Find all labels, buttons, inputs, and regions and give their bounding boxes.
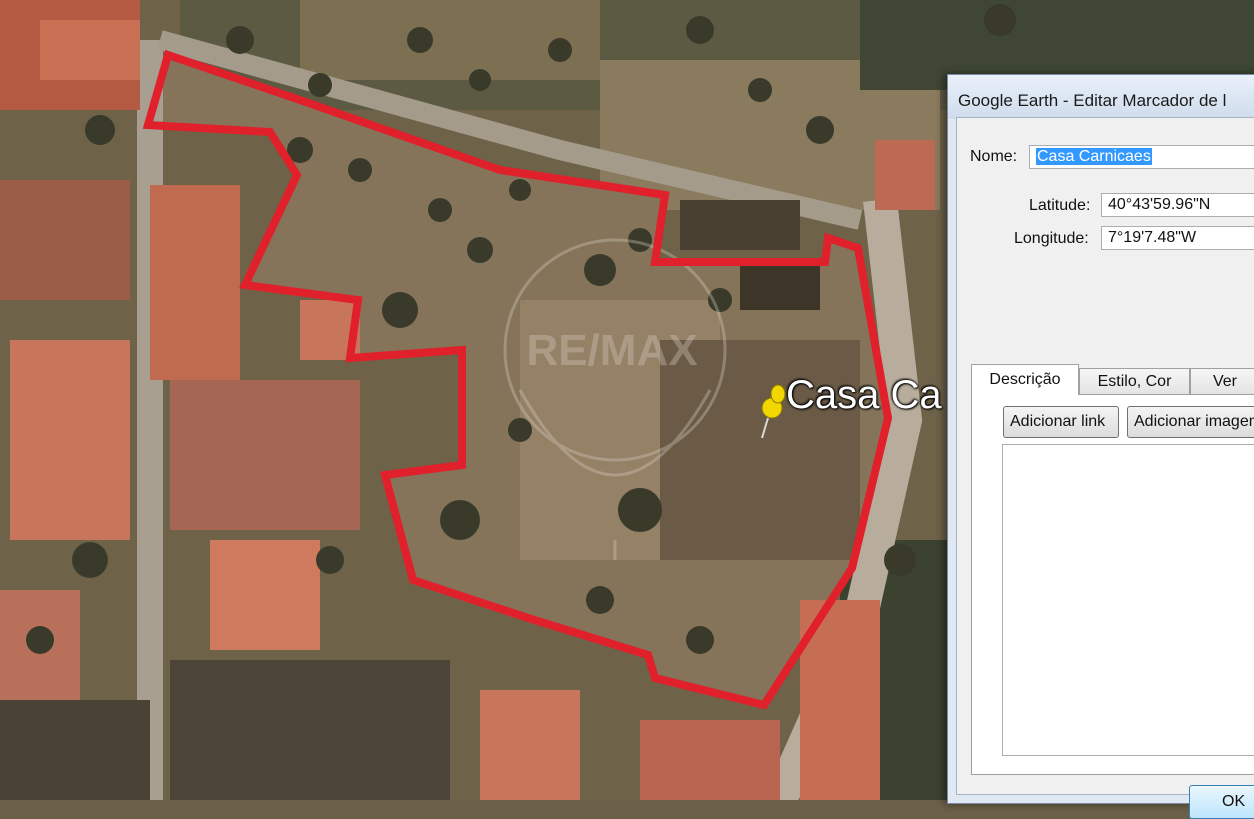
- ok-button[interactable]: OK: [1189, 785, 1254, 819]
- placemark-label[interactable]: Casa Ca: [786, 375, 942, 415]
- add-image-button[interactable]: Adicionar imagem: [1127, 406, 1254, 438]
- latitude-field[interactable]: 40°43'59.96"N: [1101, 193, 1254, 217]
- longitude-field[interactable]: 7°19'7.48"W: [1101, 226, 1254, 250]
- edit-placemark-dialog: Google Earth - Editar Marcador de l Nome…: [947, 74, 1254, 819]
- dialog-title: Google Earth - Editar Marcador de l: [958, 91, 1227, 110]
- add-link-button[interactable]: Adicionar link: [1003, 406, 1119, 438]
- name-field[interactable]: Casa Carnicaes: [1029, 145, 1254, 169]
- watermark-text: RE/MAX: [526, 326, 697, 375]
- name-value: Casa Carnicaes: [1036, 148, 1152, 165]
- dialog-titlebar[interactable]: Google Earth - Editar Marcador de l: [948, 75, 1254, 119]
- tab-estilo-cor[interactable]: Estilo, Cor: [1079, 368, 1190, 394]
- longitude-label: Longitude:: [1014, 230, 1089, 247]
- tab-descricao[interactable]: Descrição: [971, 364, 1079, 395]
- name-label: Nome:: [970, 148, 1018, 165]
- dialog-body: Nome: Casa Carnicaes Latitude: 40°43'59.…: [956, 117, 1254, 819]
- latitude-label: Latitude:: [1029, 197, 1091, 214]
- tab-bar: Descrição Estilo, Cor Ver: [971, 364, 1254, 395]
- tab-ver[interactable]: Ver: [1190, 368, 1254, 394]
- description-textarea[interactable]: [1002, 444, 1254, 756]
